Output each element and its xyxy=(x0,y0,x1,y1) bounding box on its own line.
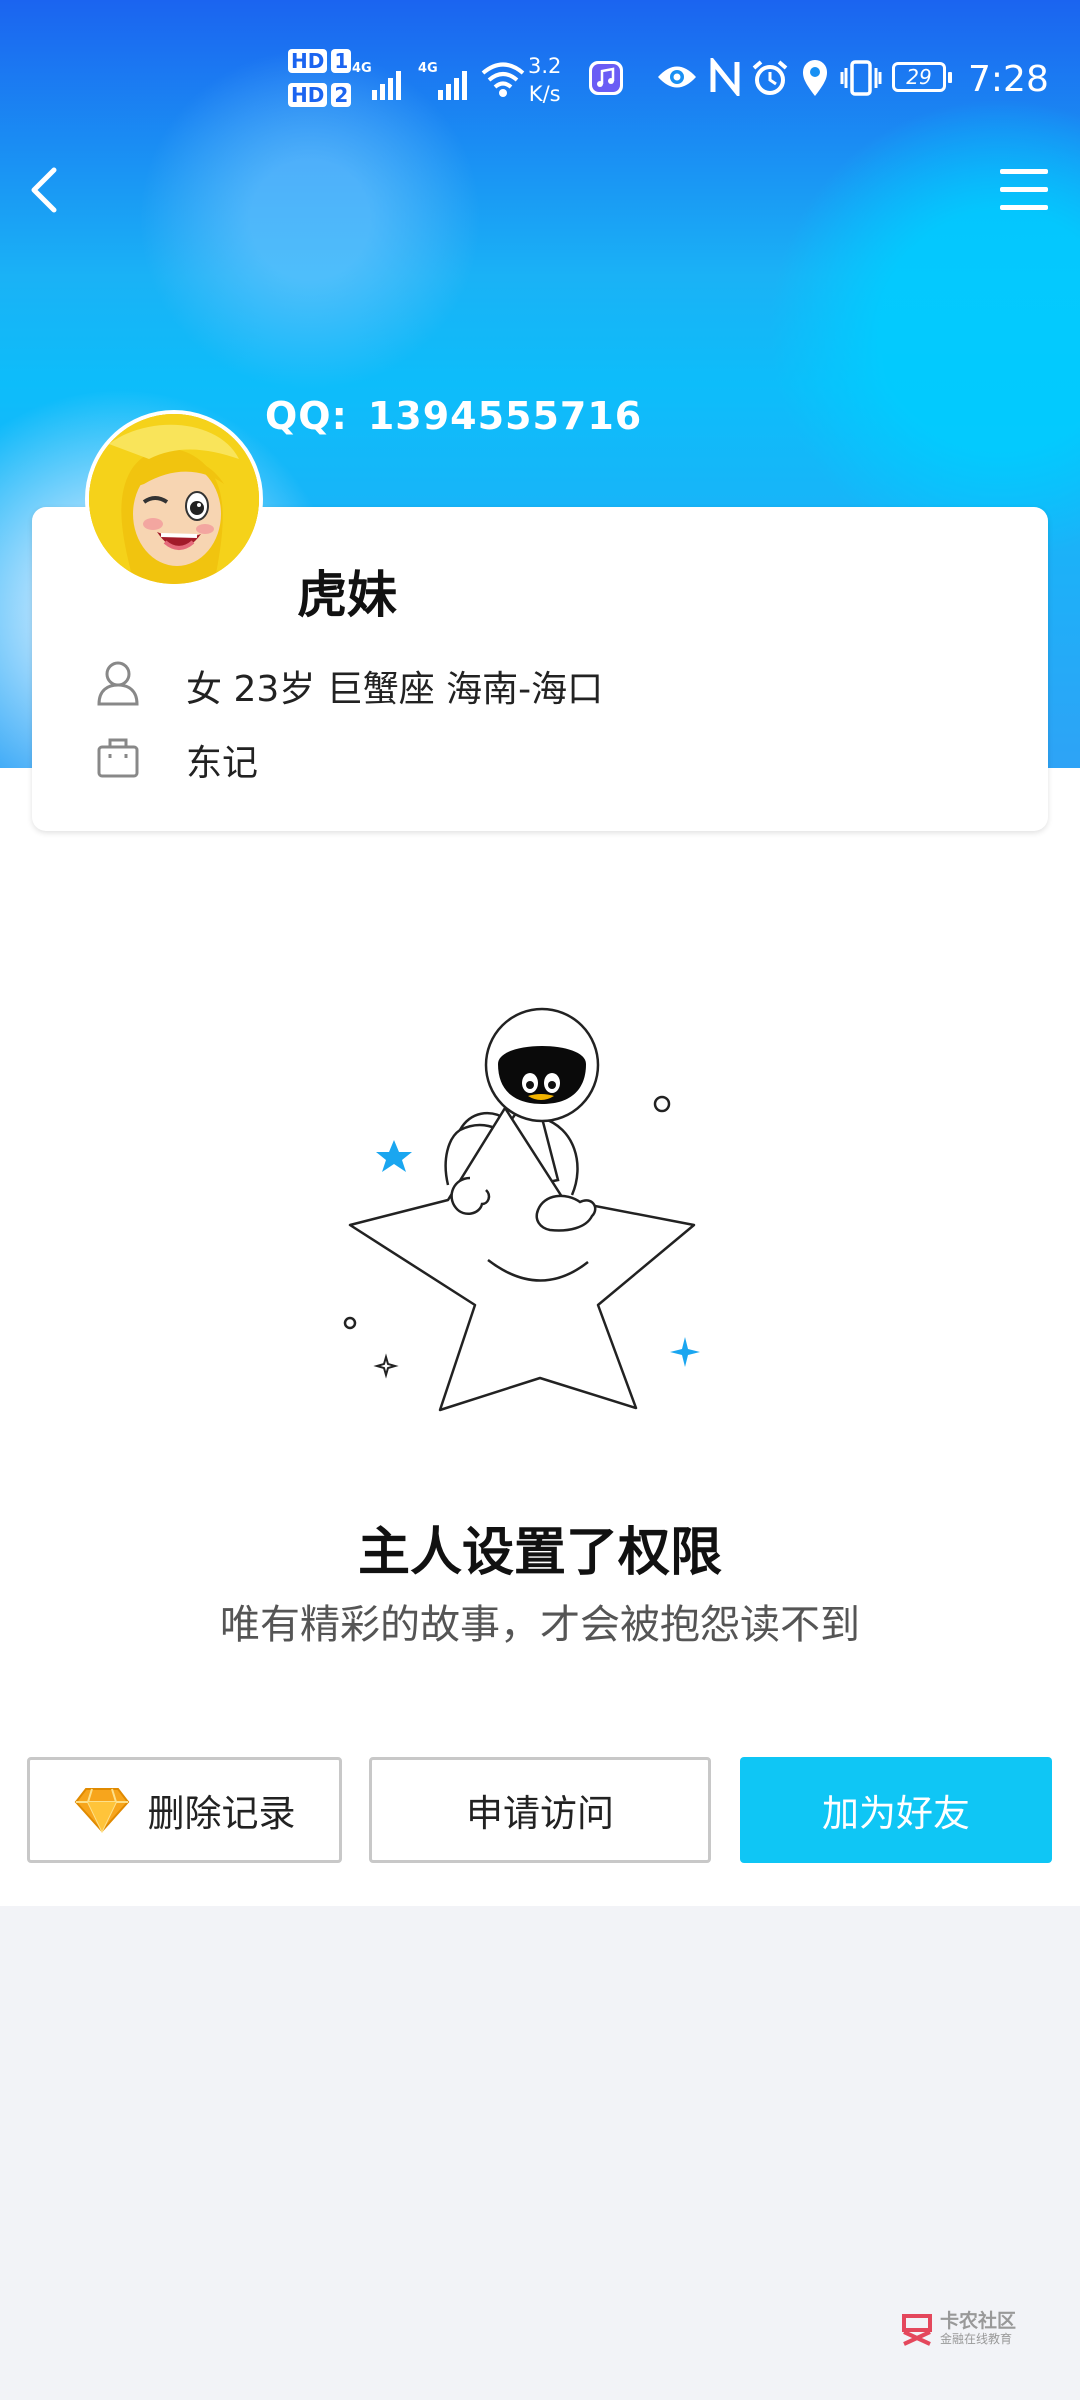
qq-number-line: QQ: 1394555716 xyxy=(265,394,642,438)
hamburger-menu-icon[interactable] xyxy=(998,160,1050,220)
delete-record-label: 删除记录 xyxy=(147,1792,296,1835)
request-access-button[interactable]: 申请访问 xyxy=(369,1757,711,1863)
network-speed: 3.2 K/s xyxy=(528,52,561,108)
kanong-logo-icon xyxy=(902,2314,932,2346)
status-bar: HD 1 HD 2 4G 4G 3.2 K/s 29 7:28 xyxy=(0,40,1080,120)
network1-label: 4G xyxy=(352,61,372,76)
diamond-icon xyxy=(74,1788,129,1833)
watermark-subtitle: 金融在线教育 xyxy=(940,2332,1013,2346)
watermark-name: 卡农社区 xyxy=(940,2310,1017,2332)
clock: 7:28 xyxy=(968,59,1049,100)
qq-number[interactable]: 1394555716 xyxy=(368,394,642,438)
chevron-left-icon[interactable] xyxy=(22,160,72,220)
sim2-label: 2 xyxy=(331,83,352,107)
watermark: 卡农社区 金融在线教育 xyxy=(900,2310,1016,2346)
nfc-icon xyxy=(710,58,740,96)
battery-icon: 29 xyxy=(892,62,952,92)
signal-icon: 4G xyxy=(418,61,467,100)
briefcase-icon xyxy=(97,738,139,778)
signal-icon: 4G xyxy=(352,61,401,100)
sim1-label: 1 xyxy=(331,49,352,73)
profile-info: 女 23岁 巨蟹座 海南-海口 xyxy=(186,669,604,710)
profile-company: 东记 xyxy=(186,743,259,784)
avatar[interactable] xyxy=(85,410,263,588)
delete-record-button[interactable]: 删除记录 xyxy=(27,1757,342,1863)
astronaut-penguin-on-star-illustration xyxy=(343,1007,700,1412)
battery-level: 29 xyxy=(906,65,932,89)
hd-icon: HD 1 xyxy=(288,49,355,73)
person-icon xyxy=(97,661,139,706)
network2-label: 4G xyxy=(418,61,438,76)
vibrate-icon xyxy=(840,60,882,96)
hd-icon: HD 2 xyxy=(288,83,355,107)
request-access-label: 申请访问 xyxy=(466,1792,614,1835)
avatar-cartoon-girl xyxy=(89,414,259,584)
add-friend-label: 加为好友 xyxy=(822,1792,970,1835)
permission-title: 主人设置了权限 xyxy=(357,1523,722,1583)
wifi-icon xyxy=(481,62,525,97)
music-app-icon xyxy=(589,61,623,95)
eye-icon xyxy=(658,66,696,88)
permission-subtitle: 唯有精彩的故事，才会被抱怨读不到 xyxy=(220,1602,860,1648)
alarm-icon xyxy=(752,60,788,95)
speed-unit: K/s xyxy=(528,82,561,106)
speed-value: 3.2 xyxy=(528,54,562,78)
add-friend-button[interactable]: 加为好友 xyxy=(740,1757,1052,1863)
location-icon xyxy=(803,60,827,96)
profile-name: 虎妹 xyxy=(297,566,397,624)
qq-label: QQ: xyxy=(265,394,348,438)
